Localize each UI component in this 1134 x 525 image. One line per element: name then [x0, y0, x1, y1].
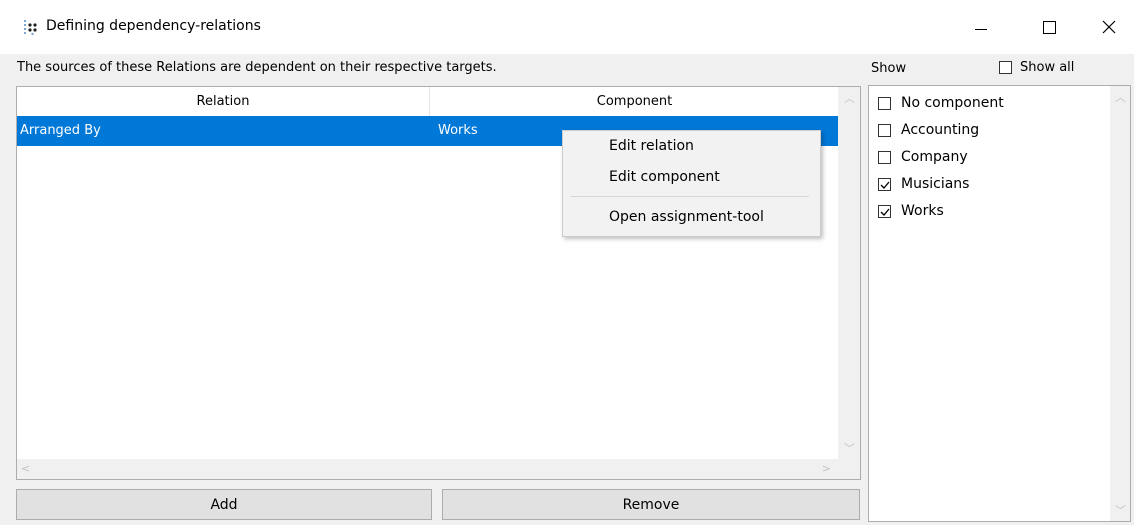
cell-component: Works [438, 123, 478, 138]
window-title: Defining dependency-relations [46, 18, 261, 34]
column-header-component[interactable]: Component [430, 87, 839, 116]
checkmark-icon [880, 208, 890, 216]
checkbox-box[interactable] [878, 96, 891, 110]
list-item-label: Works [901, 203, 944, 219]
checkbox-box[interactable] [999, 61, 1012, 74]
scrollbar-corner [838, 459, 860, 479]
scroll-left-icon[interactable]: < [21, 462, 30, 475]
list-item-label: Musicians [901, 176, 970, 192]
list-item-label: No component [901, 95, 1004, 111]
scroll-right-icon[interactable]: > [822, 462, 831, 475]
column-header-relation[interactable]: Relation [17, 87, 430, 116]
checkbox-box[interactable] [878, 204, 891, 218]
add-button[interactable]: Add [16, 489, 432, 520]
close-button[interactable] [1079, 0, 1134, 54]
list-item-no-component[interactable]: No component [878, 95, 1004, 111]
maximize-button[interactable] [1019, 0, 1079, 54]
table-header: Relation Component [17, 87, 839, 117]
list-item-works[interactable]: Works [878, 203, 944, 219]
list-item-musicians[interactable]: Musicians [878, 176, 969, 192]
list-item-label: Accounting [901, 122, 980, 138]
menu-item-edit-component[interactable]: Edit component [609, 169, 720, 185]
dots-grid-icon [24, 20, 37, 36]
list-item-accounting[interactable]: Accounting [878, 122, 979, 138]
close-icon [1102, 20, 1116, 34]
show-all-checkbox[interactable]: Show all [999, 60, 1074, 75]
list-item-label: Company [901, 149, 968, 165]
minimize-icon [975, 28, 987, 30]
checkmark-icon [880, 181, 890, 189]
menu-separator [571, 196, 809, 197]
scroll-up-icon[interactable]: ︿ [844, 90, 855, 106]
checkbox-box[interactable] [878, 150, 891, 164]
scroll-down-icon[interactable]: ﹀ [1115, 502, 1126, 518]
menu-item-open-assignment-tool[interactable]: Open assignment-tool [609, 209, 764, 225]
show-label: Show [871, 61, 907, 76]
context-menu: Edit relation Edit component Open assign… [562, 130, 821, 237]
scroll-down-icon[interactable]: ﹀ [844, 440, 855, 456]
table-vertical-scrollbar[interactable]: ︿ ﹀ [838, 87, 860, 459]
table-horizontal-scrollbar[interactable]: < > [17, 459, 839, 479]
cell-relation: Arranged By [20, 123, 101, 138]
description-text: The sources of these Relations are depen… [17, 60, 497, 75]
title-bar: Defining dependency-relations [0, 0, 1134, 54]
list-item-company[interactable]: Company [878, 149, 968, 165]
remove-button[interactable]: Remove [442, 489, 860, 520]
checkbox-box[interactable] [878, 123, 891, 137]
component-filter-list[interactable]: No component Accounting Company Musician… [868, 85, 1131, 522]
scroll-up-icon[interactable]: ︿ [1115, 89, 1126, 105]
checkbox-box[interactable] [878, 177, 891, 191]
menu-item-edit-relation[interactable]: Edit relation [609, 138, 694, 154]
maximize-icon [1042, 20, 1056, 34]
show-all-label: Show all [1020, 60, 1075, 75]
list-vertical-scrollbar[interactable]: ︿ ﹀ [1110, 86, 1130, 521]
minimize-button[interactable] [951, 0, 1011, 54]
